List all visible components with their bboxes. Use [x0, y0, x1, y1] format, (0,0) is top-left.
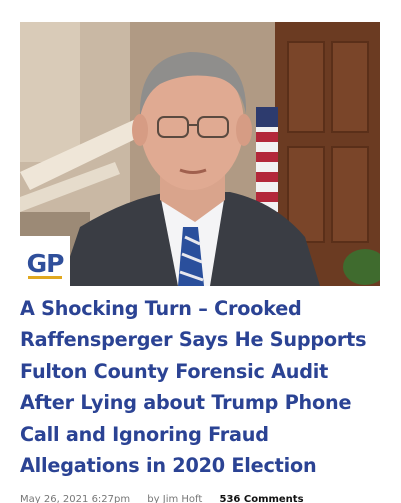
article-card: GP A Shocking Turn – Crooked Raffensperg… [0, 0, 401, 503]
author-link[interactable]: Jim Hoft [163, 494, 203, 503]
gp-logo-text: GP [26, 248, 65, 278]
article-image[interactable] [20, 22, 380, 286]
article-headline-link[interactable]: A Shocking Turn – Crooked Raffensperger … [20, 293, 388, 481]
gp-logo-accent-bar [28, 276, 62, 279]
article-photo [20, 22, 380, 286]
gp-logo-badge: GP [20, 236, 70, 286]
byline-prefix: by [147, 494, 160, 503]
article-meta: May 26, 2021 6:27pm by Jim Hoft 536 Comm… [20, 494, 304, 503]
article-date: May 26, 2021 6:27pm [20, 494, 131, 503]
comments-link[interactable]: 536 Comments [220, 494, 304, 503]
